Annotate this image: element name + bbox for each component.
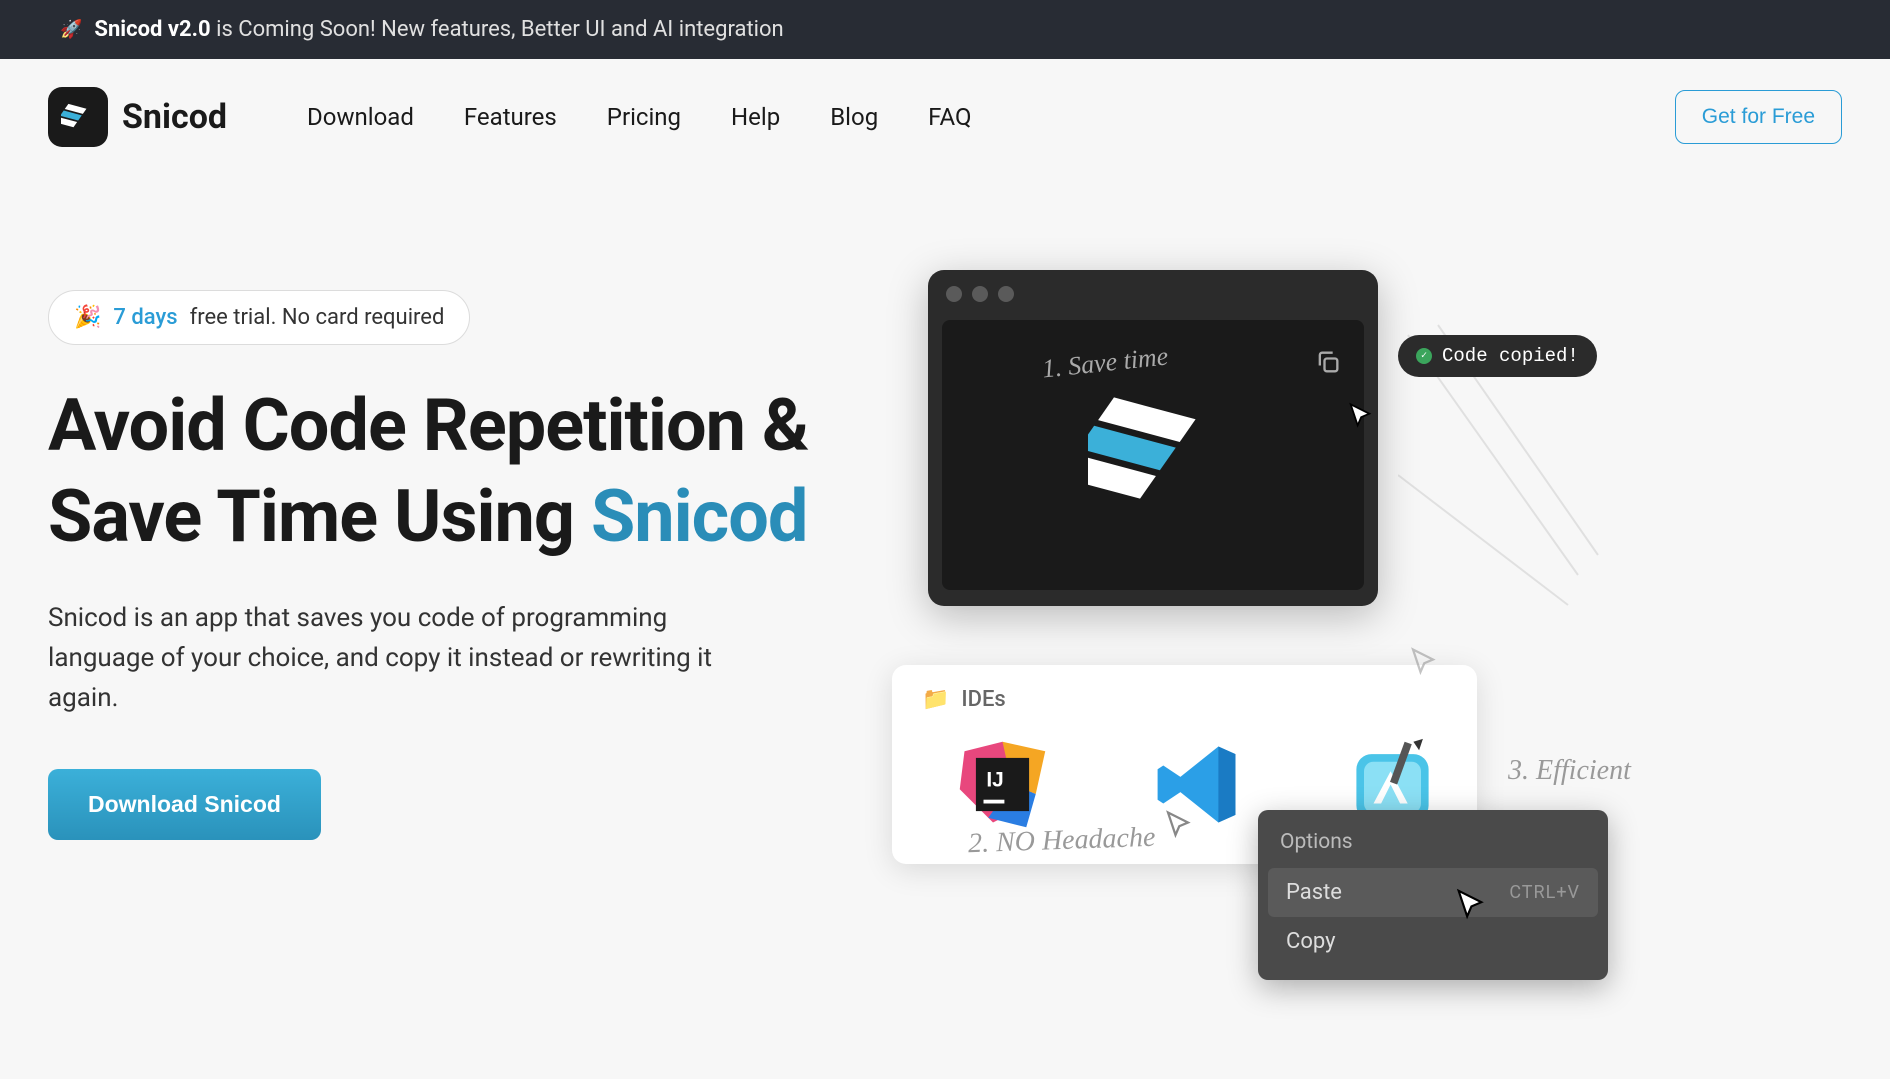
announcement-rest: is Coming Soon! New features, Better UI … xyxy=(216,17,784,42)
context-menu: Options Paste CTRL+V Copy xyxy=(1258,810,1608,980)
paste-shortcut: CTRL+V xyxy=(1509,882,1580,903)
nav-help[interactable]: Help xyxy=(731,103,780,131)
trial-badge: 🎉 7 days free trial. No card required xyxy=(48,290,470,345)
navbar: Snicod Download Features Pricing Help Bl… xyxy=(0,59,1890,175)
hero-title-accent: Snicod xyxy=(591,474,807,559)
save-time-annotation: 1. Save time xyxy=(1041,341,1170,384)
window-dot xyxy=(972,286,988,302)
context-item-copy[interactable]: Copy xyxy=(1268,917,1598,966)
window-dot xyxy=(998,286,1014,302)
nav-pricing[interactable]: Pricing xyxy=(607,103,681,131)
copied-toast: ✓ Code copied! xyxy=(1398,335,1597,377)
download-button[interactable]: Download Snicod xyxy=(48,769,321,840)
logo[interactable]: Snicod xyxy=(48,87,227,147)
brand-name: Snicod xyxy=(122,97,227,137)
announcement-text: Snicod v2.0 is Coming Soon! New features… xyxy=(94,17,783,42)
nav-features[interactable]: Features xyxy=(464,103,557,131)
nav-faq[interactable]: FAQ xyxy=(928,103,971,131)
toast-text: Code copied! xyxy=(1442,345,1579,367)
ides-header: 📁 IDEs xyxy=(922,687,1447,712)
context-menu-title: Options xyxy=(1268,824,1598,868)
trial-days: 7 days xyxy=(113,305,177,330)
window-content: 1. Save time xyxy=(942,320,1364,590)
cursor-icon xyxy=(1346,402,1374,430)
party-icon: 🎉 xyxy=(74,305,101,330)
hero: 🎉 7 days free trial. No card required Av… xyxy=(0,175,1890,840)
paste-label: Paste xyxy=(1286,880,1342,905)
hero-title: Avoid Code Repetition & Save Time Using … xyxy=(48,380,828,563)
cursor-icon xyxy=(1163,810,1193,840)
window-controls xyxy=(928,270,1378,310)
logo-icon xyxy=(48,87,108,147)
copy-label: Copy xyxy=(1286,929,1336,954)
announcement-bar: 🚀 Snicod v2.0 is Coming Soon! New featur… xyxy=(0,0,1890,59)
intellij-icon: IJ xyxy=(952,734,1052,834)
snicod-logo-large xyxy=(1088,390,1218,520)
app-window-mockup: 1. Save time xyxy=(928,270,1378,606)
rocket-icon: 🚀 xyxy=(60,19,82,40)
cursor-icon xyxy=(1408,647,1438,677)
cursor-icon xyxy=(1453,888,1487,922)
copy-icon xyxy=(1314,348,1342,376)
announcement-bold: Snicod v2.0 xyxy=(94,17,210,42)
svg-text:IJ: IJ xyxy=(986,768,1003,791)
nav-blog[interactable]: Blog xyxy=(830,103,878,131)
nav-download[interactable]: Download xyxy=(307,103,414,131)
window-dot xyxy=(946,286,962,302)
get-free-button[interactable]: Get for Free xyxy=(1675,90,1842,144)
efficient-annotation: 3. Efficient xyxy=(1508,755,1631,787)
trial-rest: free trial. No card required xyxy=(190,305,445,330)
ides-label: IDEs xyxy=(961,687,1005,712)
no-headache-annotation: 2. NO Headache xyxy=(967,822,1155,861)
context-item-paste[interactable]: Paste CTRL+V xyxy=(1268,868,1598,917)
folder-icon: 📁 xyxy=(922,687,949,712)
hero-left: 🎉 7 days free trial. No card required Av… xyxy=(48,255,828,840)
nav-links: Download Features Pricing Help Blog FAQ xyxy=(307,103,971,131)
hero-illustration: 1. Save time ✓ Code co xyxy=(868,255,1842,840)
check-icon: ✓ xyxy=(1416,348,1432,364)
vscode-icon xyxy=(1147,734,1247,834)
hero-description: Snicod is an app that saves you code of … xyxy=(48,598,718,719)
